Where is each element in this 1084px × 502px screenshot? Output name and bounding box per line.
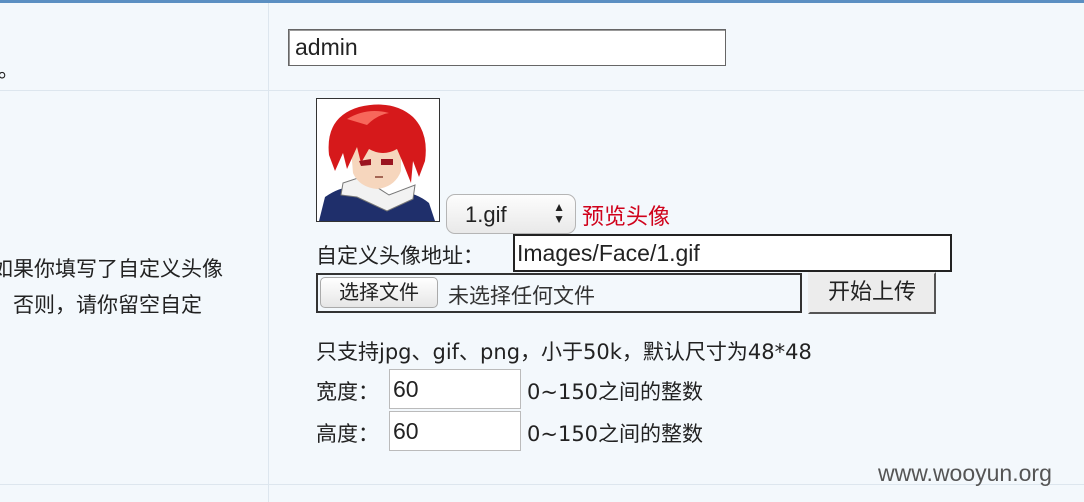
row-divider bbox=[0, 90, 1084, 91]
row2-description-line2: 。否则，请你留空自定 bbox=[0, 293, 202, 317]
start-upload-button[interactable]: 开始上传 bbox=[808, 272, 936, 314]
watermark: www.wooyun.org bbox=[878, 460, 1052, 486]
height-hint: 0~150之间的整数 bbox=[527, 422, 704, 446]
top-border bbox=[0, 0, 1084, 3]
select-arrows-icon: ▲ ▼ bbox=[553, 200, 565, 226]
column-divider bbox=[268, 3, 269, 502]
choose-file-button[interactable]: 选择文件 bbox=[320, 277, 438, 308]
file-input[interactable]: 选择文件 未选择任何文件 bbox=[316, 273, 802, 313]
width-hint: 0~150之间的整数 bbox=[527, 380, 704, 404]
avatar-select-value: 1.gif bbox=[465, 202, 507, 227]
support-note: 只支持jpg、gif、png，小于50k，默认尺寸为48*48 bbox=[316, 340, 812, 364]
file-status-text: 未选择任何文件 bbox=[448, 284, 595, 308]
avatar-preview bbox=[316, 98, 440, 222]
avatar-select[interactable]: 1.gif ▲ ▼ bbox=[446, 194, 576, 234]
username-field[interactable] bbox=[288, 29, 726, 66]
custom-url-field[interactable] bbox=[513, 234, 952, 272]
avatar-image bbox=[317, 99, 439, 221]
height-label: 高度： bbox=[316, 422, 379, 446]
preview-avatar-link[interactable]: 预览头像 bbox=[582, 199, 670, 231]
width-field[interactable] bbox=[389, 369, 521, 409]
height-field[interactable] bbox=[389, 411, 521, 451]
width-label: 宽度： bbox=[316, 380, 379, 404]
row1-description: 。 bbox=[0, 58, 19, 82]
custom-url-label: 自定义头像地址： bbox=[316, 244, 484, 268]
row2-description-line1: 如果你填写了自定义头像 bbox=[0, 257, 223, 281]
